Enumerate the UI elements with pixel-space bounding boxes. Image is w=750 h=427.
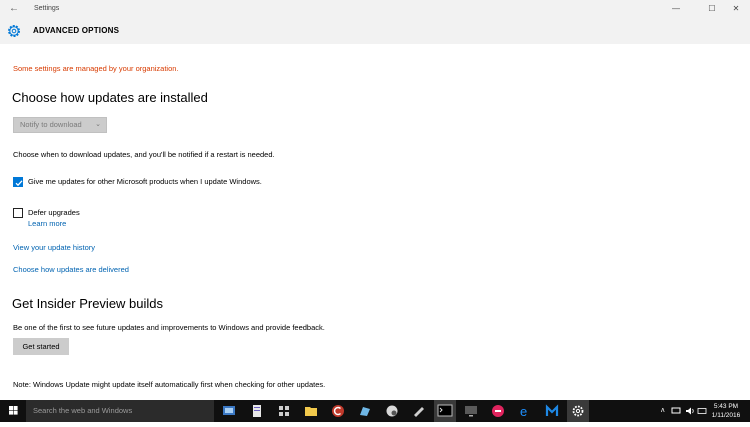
learn-more-link[interactable]: Learn more: [28, 219, 66, 228]
update-history-link[interactable]: View your update history: [13, 243, 95, 252]
page-header: ADVANCED OPTIONS: [0, 18, 750, 44]
insider-info-text: Be one of the first to see future update…: [13, 323, 325, 332]
ccleaner-icon[interactable]: [330, 403, 346, 419]
taskbar-clock[interactable]: 5:43 PM 1/11/2016: [708, 402, 744, 420]
checkmark-icon: [15, 180, 23, 187]
download-info-text: Choose when to download updates, and you…: [13, 150, 275, 159]
back-arrow-icon[interactable]: ←: [6, 0, 22, 18]
settings-taskbar-icon[interactable]: [567, 400, 589, 422]
defer-upgrades-checkbox[interactable]: [13, 208, 23, 218]
delivery-options-link[interactable]: Choose how updates are delivered: [13, 265, 129, 274]
windows-start-icon[interactable]: [0, 400, 26, 422]
volume-icon[interactable]: [685, 406, 695, 416]
close-button[interactable]: ✕: [722, 0, 750, 18]
title-bar: ← Settings — ☐ ✕: [0, 0, 750, 18]
tools-app-icon[interactable]: [411, 403, 427, 419]
footer-note: Note: Windows Update might update itself…: [13, 380, 326, 389]
grid-app-icon[interactable]: [276, 403, 292, 419]
other-products-checkbox[interactable]: [13, 177, 23, 187]
network-icon[interactable]: [671, 407, 681, 415]
main-content: Some settings are managed by your organi…: [0, 44, 750, 400]
globe-app-icon[interactable]: [384, 403, 400, 419]
keyboard-icon[interactable]: [697, 406, 707, 416]
svg-text:e: e: [520, 404, 527, 419]
taskbar: Search the web and Windows e ʌ 5:43 PM 1…: [0, 400, 750, 422]
scanner-app-icon[interactable]: [357, 403, 373, 419]
insider-heading: Get Insider Preview builds: [12, 296, 164, 311]
install-mode-dropdown[interactable]: Notify to download ⌄: [13, 117, 107, 133]
task-view-icon[interactable]: [221, 403, 237, 419]
monitor-app-icon[interactable]: [463, 403, 479, 419]
document-app-icon[interactable]: [249, 403, 265, 419]
other-products-label: Give me updates for other Microsoft prod…: [28, 177, 262, 186]
media-app-icon[interactable]: [490, 403, 506, 419]
malwarebytes-icon[interactable]: [544, 403, 560, 419]
tray-expand-icon[interactable]: ʌ: [661, 400, 665, 422]
clock-time: 5:43 PM: [713, 403, 739, 410]
command-prompt-icon[interactable]: [434, 400, 456, 422]
settings-window: ← Settings — ☐ ✕ ADVANCED OPTIONS Some s…: [0, 0, 750, 400]
edge-browser-icon[interactable]: e: [517, 403, 533, 419]
minimize-button[interactable]: —: [662, 0, 690, 18]
gear-icon: [8, 25, 20, 37]
organization-notice: Some settings are managed by your organi…: [13, 64, 179, 73]
taskbar-search-input[interactable]: Search the web and Windows: [26, 400, 214, 422]
get-started-button[interactable]: Get started: [13, 338, 69, 355]
install-heading: Choose how updates are installed: [12, 90, 208, 105]
folder-icon[interactable]: [303, 403, 319, 419]
defer-upgrades-label: Defer upgrades: [28, 208, 80, 217]
chevron-down-icon: ⌄: [95, 121, 101, 128]
page-title: ADVANCED OPTIONS: [33, 26, 120, 35]
clock-date: 1/11/2016: [711, 412, 741, 419]
window-title: Settings: [34, 5, 60, 12]
dropdown-value: Notify to download: [20, 120, 82, 129]
